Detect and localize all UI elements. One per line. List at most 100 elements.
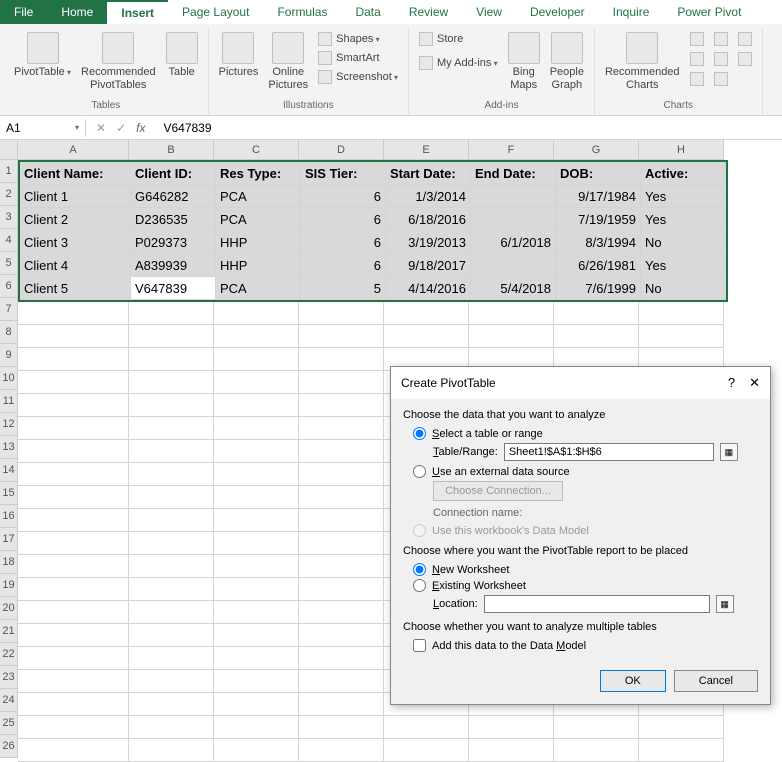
fx-icon[interactable]: fx (136, 121, 145, 135)
empty-cell[interactable] (299, 371, 384, 394)
row-header-13[interactable]: 13 (0, 436, 18, 459)
tab-developer[interactable]: Developer (516, 0, 599, 24)
row-header-5[interactable]: 5 (0, 252, 18, 275)
empty-cell[interactable] (129, 440, 214, 463)
empty-cell[interactable] (18, 647, 129, 670)
empty-cell[interactable] (129, 693, 214, 716)
data-cell[interactable]: 6 (301, 185, 386, 208)
dialog-titlebar[interactable]: Create PivotTable ? ✕ (391, 367, 770, 399)
tab-view[interactable]: View (462, 0, 516, 24)
empty-cell[interactable] (554, 302, 639, 325)
close-icon[interactable]: ✕ (749, 375, 760, 391)
empty-cell[interactable] (299, 486, 384, 509)
empty-cell[interactable] (18, 739, 129, 762)
empty-cell[interactable] (299, 555, 384, 578)
empty-cell[interactable] (214, 647, 299, 670)
empty-cell[interactable] (299, 601, 384, 624)
data-cell[interactable]: Client 4 (20, 254, 131, 277)
row-header-12[interactable]: 12 (0, 413, 18, 436)
chart-type-5[interactable] (710, 50, 732, 68)
data-cell[interactable] (471, 208, 556, 231)
row-header-3[interactable]: 3 (0, 206, 18, 229)
formula-input[interactable]: V647839 (155, 119, 782, 137)
empty-cell[interactable] (299, 325, 384, 348)
empty-cell[interactable] (18, 624, 129, 647)
empty-cell[interactable] (129, 486, 214, 509)
table-range-input[interactable] (504, 443, 714, 461)
empty-cell[interactable] (129, 417, 214, 440)
data-cell[interactable]: 6 (301, 254, 386, 277)
chart-type-3[interactable] (734, 30, 756, 48)
empty-cell[interactable] (18, 486, 129, 509)
empty-cell[interactable] (129, 601, 214, 624)
empty-cell[interactable] (384, 739, 469, 762)
empty-cell[interactable] (129, 394, 214, 417)
header-cell[interactable]: Client ID: (131, 162, 216, 185)
data-cell[interactable]: 9/17/1984 (556, 185, 641, 208)
row-header-23[interactable]: 23 (0, 666, 18, 689)
data-cell[interactable]: 7/6/1999 (556, 277, 641, 300)
empty-cell[interactable] (18, 302, 129, 325)
chart-type-8[interactable] (710, 70, 732, 88)
header-cell[interactable]: SIS Tier: (301, 162, 386, 185)
empty-cell[interactable] (129, 463, 214, 486)
data-cell[interactable]: No (641, 277, 726, 300)
empty-cell[interactable] (214, 302, 299, 325)
empty-cell[interactable] (214, 371, 299, 394)
data-cell[interactable]: 6 (301, 231, 386, 254)
empty-cell[interactable] (639, 302, 724, 325)
empty-cell[interactable] (554, 325, 639, 348)
empty-cell[interactable] (129, 739, 214, 762)
empty-cell[interactable] (129, 371, 214, 394)
empty-cell[interactable] (129, 578, 214, 601)
tab-formulas[interactable]: Formulas (263, 0, 341, 24)
external-source-radio[interactable]: Use an external data source (413, 465, 758, 478)
empty-cell[interactable] (129, 670, 214, 693)
empty-cell[interactable] (18, 716, 129, 739)
header-cell[interactable]: DOB: (556, 162, 641, 185)
empty-cell[interactable] (18, 509, 129, 532)
row-header-6[interactable]: 6 (0, 275, 18, 298)
tab-file[interactable]: File (0, 0, 47, 24)
empty-cell[interactable] (18, 417, 129, 440)
empty-cell[interactable] (129, 325, 214, 348)
data-model-radio[interactable]: Use this workbook's Data Model (413, 524, 758, 537)
data-cell[interactable]: G646282 (131, 185, 216, 208)
empty-cell[interactable] (214, 624, 299, 647)
online-pictures-button[interactable]: Online Pictures (264, 30, 312, 94)
empty-cell[interactable] (214, 486, 299, 509)
help-icon[interactable]: ? (728, 375, 735, 391)
empty-cell[interactable] (299, 532, 384, 555)
recommended-charts-button[interactable]: Recommended Charts (601, 30, 684, 94)
empty-cell[interactable] (18, 325, 129, 348)
empty-cell[interactable] (18, 440, 129, 463)
row-header-10[interactable]: 10 (0, 367, 18, 390)
data-cell[interactable]: 8/3/1994 (556, 231, 641, 254)
shapes-button[interactable]: Shapes (314, 30, 402, 48)
empty-cell[interactable] (214, 555, 299, 578)
data-cell[interactable]: D236535 (131, 208, 216, 231)
data-cell[interactable]: Client 5 (20, 277, 131, 300)
empty-cell[interactable] (214, 440, 299, 463)
location-picker-button[interactable]: ▦ (716, 595, 734, 613)
data-cell[interactable]: 6/26/1981 (556, 254, 641, 277)
empty-cell[interactable] (299, 670, 384, 693)
empty-cell[interactable] (384, 302, 469, 325)
empty-cell[interactable] (18, 463, 129, 486)
data-cell[interactable]: 5 (301, 277, 386, 300)
empty-cell[interactable] (299, 624, 384, 647)
bing-maps-button[interactable]: Bing Maps (504, 30, 544, 94)
data-cell[interactable]: HHP (216, 231, 301, 254)
col-header-A[interactable]: A (18, 140, 129, 160)
row-header-2[interactable]: 2 (0, 183, 18, 206)
empty-cell[interactable] (18, 578, 129, 601)
data-cell[interactable] (471, 185, 556, 208)
col-header-B[interactable]: B (129, 140, 214, 160)
new-worksheet-radio[interactable]: New Worksheet (413, 563, 758, 576)
col-header-E[interactable]: E (384, 140, 469, 160)
empty-cell[interactable] (214, 348, 299, 371)
chart-type-4[interactable] (686, 50, 708, 68)
select-range-radio[interactable]: Select a table or range (413, 427, 758, 440)
empty-cell[interactable] (214, 325, 299, 348)
row-header-17[interactable]: 17 (0, 528, 18, 551)
